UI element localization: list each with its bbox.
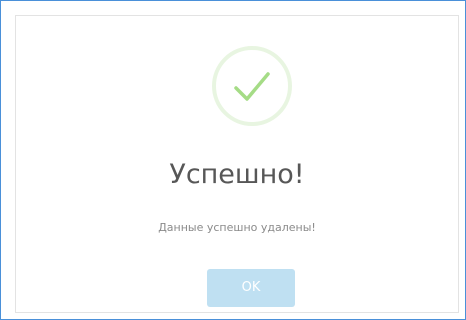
- success-check-icon: [212, 46, 292, 126]
- ok-button[interactable]: OK: [207, 269, 295, 307]
- screenshot-frame: Успешно! Данные успешно удалены! OK: [0, 0, 466, 320]
- success-dialog: Успешно! Данные успешно удалены! OK: [15, 15, 459, 313]
- dialog-message: Данные успешно удалены!: [158, 221, 316, 234]
- dialog-title: Успешно!: [169, 159, 305, 190]
- checkmark-icon: [234, 72, 270, 101]
